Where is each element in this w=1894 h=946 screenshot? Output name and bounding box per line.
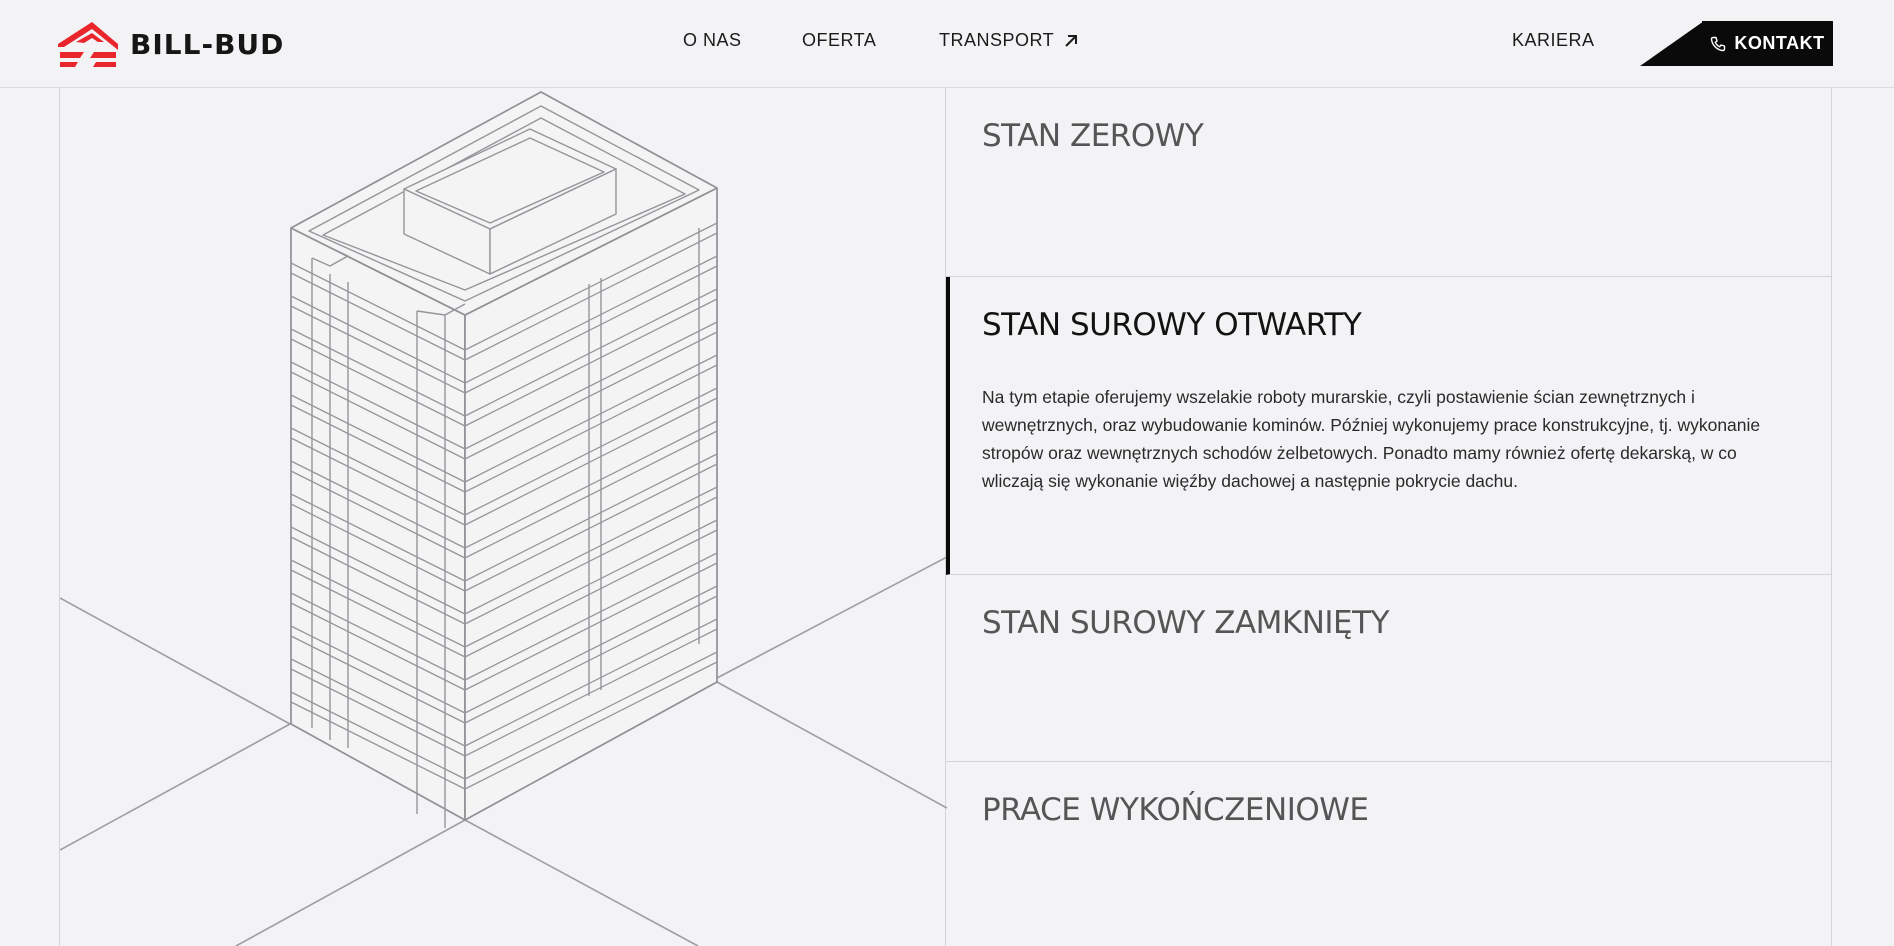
stage-title: STAN ZEROWY [982, 118, 1204, 154]
nav-offer[interactable]: OFERTA [802, 30, 876, 51]
external-arrow-icon [1065, 34, 1078, 47]
nav-career[interactable]: KARIERA [1512, 30, 1595, 51]
stage-title: STAN SUROWY ZAMKNIĘTY [982, 605, 1390, 641]
stage-title: PRACE WYKOŃCZENIOWE [982, 792, 1369, 828]
stage-item-prace-wykonczeniowe[interactable]: PRACE WYKOŃCZENIOWE [946, 762, 1832, 946]
stage-item-stan-surowy-zamkniety[interactable]: STAN SUROWY ZAMKNIĘTY [946, 575, 1832, 762]
nav-about[interactable]: O NAS [683, 30, 742, 51]
stage-item-stan-surowy-otwarty[interactable]: STAN SUROWY OTWARTY Na tym etapie oferuj… [946, 277, 1832, 575]
logo[interactable]: BILL-BUD [58, 20, 284, 68]
contact-label: KONTAKT [1734, 33, 1825, 53]
contact-cta[interactable]: KONTAKT [1640, 21, 1833, 66]
nav-transport[interactable]: TRANSPORT [939, 30, 1078, 51]
stage-title: STAN SUROWY OTWARTY [982, 307, 1362, 343]
brand-name: BILL-BUD [130, 27, 285, 61]
stage-description: Na tym etapie oferujemy wszelakie roboty… [982, 387, 1761, 491]
nav-transport-label: TRANSPORT [939, 30, 1055, 50]
illustration-panel [59, 88, 947, 946]
construction-stages-accordion: STAN ZEROWY STAN SUROWY OTWARTY Na tym e… [946, 88, 1832, 946]
bill-bud-logo-icon [58, 22, 118, 67]
contact-button[interactable]: KONTAKT [1702, 21, 1833, 66]
phone-icon [1711, 36, 1726, 51]
stage-item-stan-zerowy[interactable]: STAN ZEROWY [946, 88, 1832, 277]
building-illustration [60, 91, 947, 946]
site-header: BILL-BUD O NAS OFERTA TRANSPORT KARIERA … [0, 0, 1894, 88]
